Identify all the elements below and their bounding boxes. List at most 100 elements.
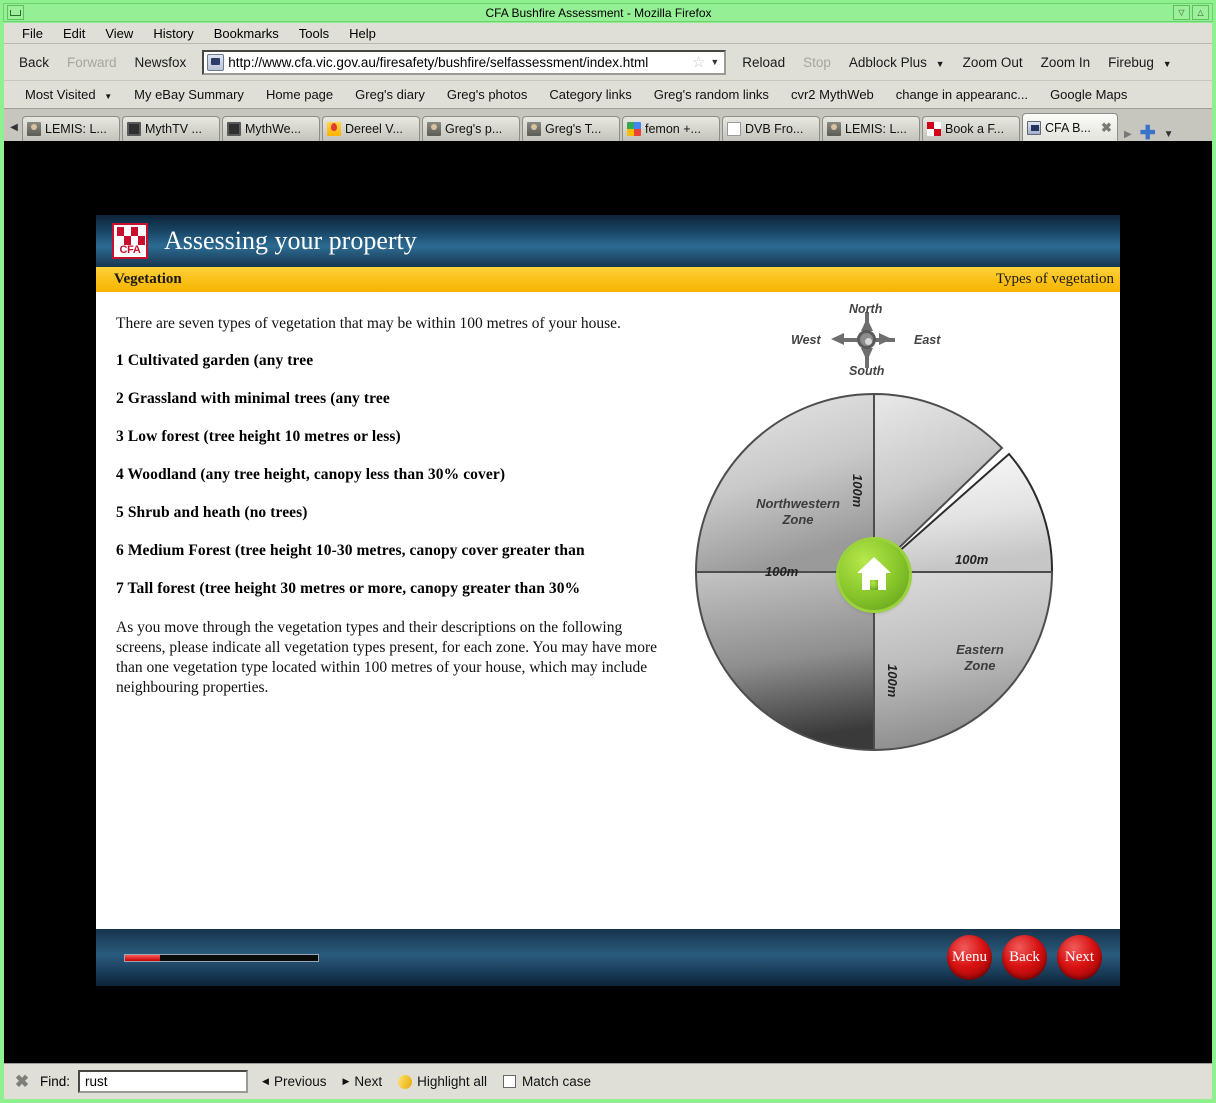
compass-label-west: West	[791, 333, 821, 347]
bookmark-star-icon[interactable]: ☆	[692, 53, 705, 71]
triangle-left-icon: ◀	[262, 1076, 269, 1086]
menu-tools[interactable]: Tools	[289, 24, 339, 43]
menu-button[interactable]: Menu	[947, 935, 992, 980]
list-item: 3 Low forest (tree height 10 metres or l…	[116, 428, 401, 445]
distance-label-left: 100m	[765, 564, 799, 579]
new-tab-icon[interactable]: ✚	[1140, 124, 1156, 143]
zoom-in-button[interactable]: Zoom In	[1032, 51, 1100, 74]
person-icon	[27, 122, 41, 136]
bookmark-gregs-photos[interactable]: Greg's photos	[436, 84, 539, 105]
menu-help[interactable]: Help	[339, 24, 386, 43]
menu-file[interactable]: File	[12, 24, 53, 43]
match-case-checkbox[interactable]: Match case	[502, 1074, 591, 1089]
site-favicon-icon	[207, 53, 225, 71]
list-item: 5 Shrub and heath (no trees)	[116, 504, 308, 521]
reload-button[interactable]: Reload	[733, 51, 794, 74]
back-button[interactable]: Back	[1002, 935, 1047, 980]
house-icon	[839, 540, 909, 610]
list-item: 6 Medium Forest (tree height 10-30 metre…	[116, 542, 585, 559]
map-pin-icon	[327, 122, 341, 136]
tab-gregs-photos[interactable]: Greg's p...	[422, 116, 520, 141]
back-button[interactable]: Back	[10, 51, 58, 74]
bookmark-category-links[interactable]: Category links	[538, 84, 642, 105]
bookmark-change-in-appearance[interactable]: change in appearanc...	[885, 84, 1039, 105]
title-bar: CFA Bushfire Assessment - Mozilla Firefo…	[3, 3, 1213, 22]
zoom-out-button[interactable]: Zoom Out	[954, 51, 1032, 74]
highlight-all-label: Highlight all	[417, 1074, 487, 1089]
tab-label: CFA B...	[1045, 120, 1091, 135]
tab-gregs-t[interactable]: Greg's T...	[522, 116, 620, 141]
tab-scroll-left-icon[interactable]: ◀	[6, 113, 22, 141]
tab-bar: ◀ LEMIS: L... MythTV ... MythWe... Deree…	[4, 109, 1212, 143]
menu-bookmarks[interactable]: Bookmarks	[204, 24, 289, 43]
maximize-icon: △	[1197, 7, 1204, 17]
zone-wheel-graphic: Northwestern Zone Eastern Zone 100m 100m…	[687, 384, 1065, 769]
bookmark-google-maps[interactable]: Google Maps	[1039, 84, 1138, 105]
chevron-down-icon: ▼	[1162, 58, 1172, 69]
progress-bar-fill	[125, 954, 160, 961]
zone-label-line2: Zone	[782, 512, 814, 527]
restore-button[interactable]: ▽	[1173, 5, 1190, 20]
zone-label-eastern: Eastern Zone	[935, 642, 1025, 674]
tab-mythweb[interactable]: MythWe...	[222, 116, 320, 141]
list-item: 4 Woodland (any tree height, canopy less…	[116, 466, 506, 483]
newsfox-button[interactable]: Newsfox	[126, 51, 196, 74]
tab-cfa-bushfire[interactable]: CFA B... ✖	[1022, 113, 1118, 141]
adblock-plus-button[interactable]: Adblock Plus ▼	[840, 51, 954, 74]
tab-dvb-fro[interactable]: DVB Fro...	[722, 116, 820, 141]
maximize-button[interactable]: △	[1192, 5, 1209, 20]
address-bar[interactable]: http://www.cfa.vic.gov.au/firesafety/bus…	[202, 49, 727, 75]
close-icon[interactable]: ✖	[1100, 120, 1113, 135]
find-next-button[interactable]: ▶ Next	[342, 1074, 382, 1089]
tab-book-a-f[interactable]: Book a F...	[922, 116, 1020, 141]
firebug-button[interactable]: Firebug ▼	[1099, 51, 1180, 74]
bookmark-my-ebay-summary[interactable]: My eBay Summary	[123, 84, 255, 105]
list-all-tabs-icon[interactable]: ▼	[1164, 129, 1174, 140]
close-icon[interactable]: ✖	[12, 1072, 32, 1092]
distance-label-right: 100m	[955, 552, 989, 567]
bookmark-gregs-random-links[interactable]: Greg's random links	[643, 84, 780, 105]
adblock-label: Adblock Plus	[848, 54, 927, 70]
cfa-logo-text: CFA	[119, 244, 141, 256]
window-title: CFA Bushfire Assessment - Mozilla Firefo…	[485, 5, 712, 20]
monitor-icon	[127, 122, 141, 136]
bookmarks-bar: Most Visited ▼ My eBay Summary Home page…	[4, 81, 1212, 109]
cfa-checker-pattern	[117, 227, 145, 245]
next-button[interactable]: Next	[1057, 935, 1102, 980]
bookmark-cvr2-mythweb[interactable]: cvr2 MythWeb	[780, 84, 885, 105]
monitor-icon	[227, 122, 241, 136]
find-next-label: Next	[354, 1074, 383, 1089]
tab-mythtv[interactable]: MythTV ...	[122, 116, 220, 141]
highlight-all-button[interactable]: Highlight all	[395, 1072, 487, 1091]
forward-button[interactable]: Forward	[58, 51, 126, 74]
tab-lemis-1[interactable]: LEMIS: L...	[22, 116, 120, 141]
firefox-window: CFA Bushfire Assessment - Mozilla Firefo…	[0, 0, 1216, 1103]
checker-red-icon	[927, 122, 941, 136]
tab-lemis-2[interactable]: LEMIS: L...	[822, 116, 920, 141]
match-case-label: Match case	[521, 1074, 591, 1089]
url-dropdown-icon[interactable]: ▼	[710, 57, 719, 67]
find-previous-button[interactable]: ◀ Previous	[262, 1074, 326, 1089]
tab-femon[interactable]: femon +...	[622, 116, 720, 141]
zone-sector-northwest	[694, 392, 875, 573]
highlighter-icon	[395, 1072, 415, 1091]
tab-scroll-right-icon[interactable]: ▶	[1124, 129, 1132, 140]
minimize-button[interactable]	[7, 5, 24, 20]
find-input[interactable]: rust	[78, 1070, 249, 1093]
stop-button[interactable]: Stop	[794, 51, 840, 74]
bookmark-gregs-diary[interactable]: Greg's diary	[344, 84, 436, 105]
section-bar: Vegetation Types of vegetation	[96, 267, 1120, 292]
menu-edit[interactable]: Edit	[53, 24, 95, 43]
bookmark-most-visited[interactable]: Most Visited ▼	[14, 84, 123, 105]
bookmark-home-page[interactable]: Home page	[255, 84, 344, 105]
menu-view[interactable]: View	[95, 24, 143, 43]
google-icon	[627, 122, 641, 136]
menu-history[interactable]: History	[143, 24, 203, 43]
tab-label: DVB Fro...	[745, 122, 804, 136]
bookmark-label: Most Visited	[25, 87, 96, 102]
tab-label: LEMIS: L...	[845, 122, 907, 136]
list-item: 2 Grassland with minimal trees (any tree	[116, 390, 390, 407]
navigation-toolbar: Back Forward Newsfox http://www.cfa.vic.…	[4, 44, 1212, 81]
tab-dereel[interactable]: Dereel V...	[322, 116, 420, 141]
zone-diagram: North South West East Northwestern Zone …	[671, 292, 1120, 929]
